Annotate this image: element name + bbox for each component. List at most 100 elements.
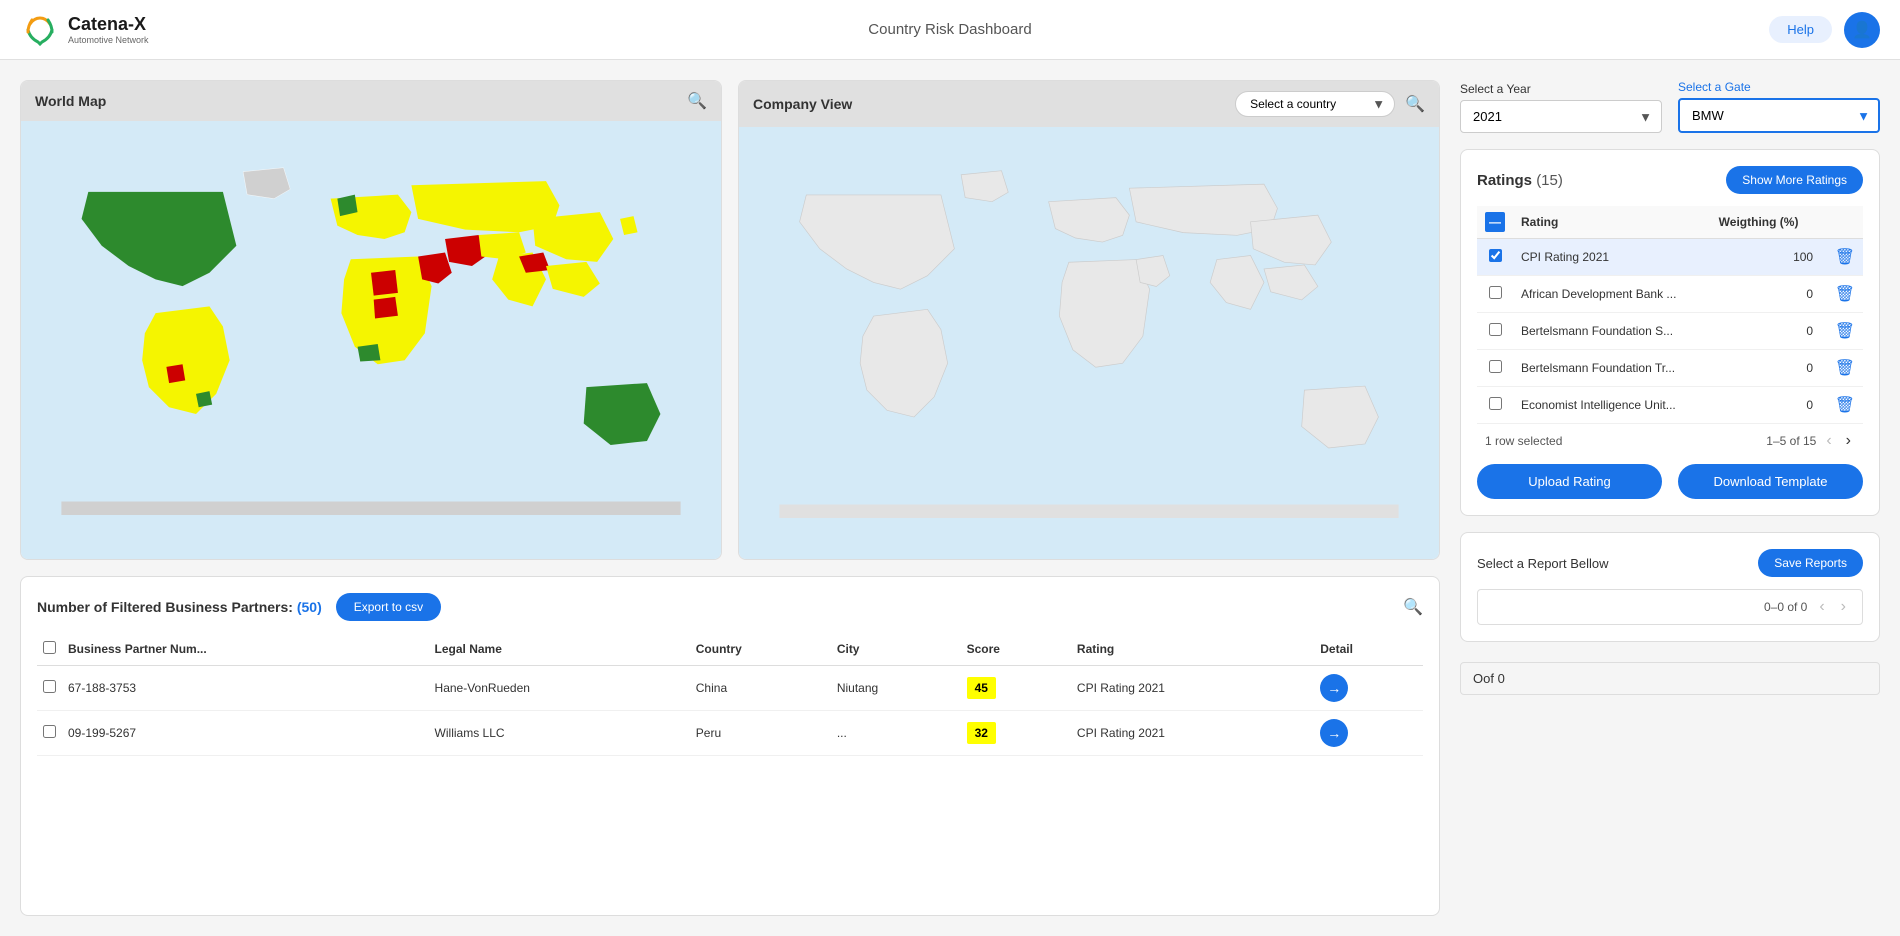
- detail-arrow-button[interactable]: →: [1320, 719, 1348, 747]
- gate-selector-label: Select a Gate: [1678, 80, 1880, 94]
- ratings-delete-icon[interactable]: 🗑: [1835, 323, 1855, 340]
- avatar-icon: 👤: [1852, 20, 1872, 40]
- country-select-wrapper: Select a country China Germany USA ▼: [1235, 91, 1395, 117]
- company-view-card: Company View Select a country China Germ…: [738, 80, 1440, 560]
- col-detail: Detail: [1314, 633, 1423, 666]
- world-map-title: World Map: [35, 93, 106, 109]
- ratings-row-selected-label: 1 row selected: [1485, 434, 1562, 448]
- ratings-delete-icon[interactable]: 🗑: [1835, 249, 1855, 266]
- ratings-row-checkbox[interactable]: [1489, 360, 1502, 373]
- ratings-delete-cell: 🗑: [1821, 387, 1863, 424]
- ratings-next-button[interactable]: ›: [1842, 432, 1855, 450]
- filtered-count: (50): [297, 599, 322, 615]
- table-select-all-checkbox[interactable]: [43, 641, 56, 654]
- col-bp-num: Business Partner Num...: [62, 633, 429, 666]
- world-map-body: [21, 121, 721, 559]
- cell-country: Peru: [690, 711, 831, 756]
- ratings-cb-cell: [1477, 276, 1513, 313]
- ratings-row: African Development Bank ... 0 🗑: [1477, 276, 1863, 313]
- ratings-row: Economist Intelligence Unit... 0 🗑: [1477, 387, 1863, 424]
- world-map-header: World Map 🔍: [21, 81, 721, 121]
- oof-label: Oof 0: [1473, 671, 1505, 686]
- ratings-row-checkbox[interactable]: [1489, 249, 1502, 262]
- cell-detail: →: [1314, 666, 1423, 711]
- antarctica: [61, 502, 680, 515]
- ratings-count: (15): [1536, 172, 1563, 189]
- world-map-zoom-icon[interactable]: 🔍: [687, 91, 707, 111]
- cell-city: Niutang: [831, 666, 961, 711]
- cell-bp-num: 09-199-5267: [62, 711, 429, 756]
- report-prev-button[interactable]: ‹: [1815, 598, 1828, 616]
- report-pagination-label: 0–0 of 0: [1764, 600, 1807, 614]
- cell-score: 45: [961, 666, 1071, 711]
- report-pagination-row: 0–0 of 0 ‹ ›: [1477, 589, 1863, 625]
- africa-red2: [374, 297, 398, 319]
- help-button[interactable]: Help: [1769, 16, 1832, 43]
- table-row: 67-188-3753 Hane-VonRueden China Niutang…: [37, 666, 1423, 711]
- header-right: Help 👤: [1769, 12, 1880, 48]
- ratings-pagination-label: 1–5 of 15: [1766, 434, 1816, 448]
- ratings-delete-icon[interactable]: 🗑: [1835, 397, 1855, 414]
- gate-select[interactable]: BMW Gate 2 Gate 3: [1678, 98, 1880, 133]
- page-title: Country Risk Dashboard: [868, 21, 1031, 38]
- row-checkbox[interactable]: [43, 680, 56, 693]
- ratings-row: Bertelsmann Foundation Tr... 0 🗑: [1477, 350, 1863, 387]
- cell-rating: CPI Rating 2021: [1071, 711, 1314, 756]
- company-view-svg: [739, 127, 1439, 559]
- company-view-zoom-icon[interactable]: 🔍: [1405, 94, 1425, 114]
- report-label: Select a Report Bellow: [1477, 556, 1609, 571]
- download-template-button[interactable]: Download Template: [1678, 464, 1863, 499]
- cell-score: 32: [961, 711, 1071, 756]
- ratings-cb-cell: [1477, 239, 1513, 276]
- business-partners-table: Business Partner Num... Legal Name Count…: [37, 633, 1423, 756]
- table-search-icon[interactable]: 🔍: [1403, 597, 1423, 617]
- report-next-button[interactable]: ›: [1837, 598, 1850, 616]
- south-america-red: [166, 364, 185, 383]
- ratings-cb-cell: [1477, 387, 1513, 424]
- company-view-title: Company View: [753, 96, 852, 112]
- year-selector-label: Select a Year: [1460, 82, 1662, 96]
- col-city: City: [831, 633, 961, 666]
- ratings-table: — Rating Weigthing (%) CPI Rating 2021: [1477, 206, 1863, 424]
- col-legal-name: Legal Name: [429, 633, 690, 666]
- main-content: World Map 🔍: [0, 60, 1900, 936]
- country-select[interactable]: Select a country China Germany USA: [1235, 91, 1395, 117]
- export-csv-button[interactable]: Export to csv: [336, 593, 441, 621]
- ratings-card: Ratings (15) Show More Ratings — Rating …: [1460, 149, 1880, 516]
- ratings-th-rating: Rating: [1513, 206, 1711, 239]
- cell-rating: CPI Rating 2021: [1071, 666, 1314, 711]
- filtered-title: Number of Filtered Business Partners: (5…: [37, 599, 322, 615]
- ratings-row-checkbox[interactable]: [1489, 397, 1502, 410]
- logo-area: Catena-X Automotive Network: [20, 10, 149, 50]
- year-select[interactable]: 2021 2020 2019 2022 2023: [1460, 100, 1662, 133]
- logo-text: Catena-X Automotive Network: [68, 14, 149, 45]
- report-card: Select a Report Bellow Save Reports 0–0 …: [1460, 532, 1880, 642]
- ratings-prev-button[interactable]: ‹: [1822, 432, 1835, 450]
- cell-legal-name: Williams LLC: [429, 711, 690, 756]
- ratings-pagination: 1–5 of 15 ‹ ›: [1766, 432, 1855, 450]
- col-rating: Rating: [1071, 633, 1314, 666]
- avatar[interactable]: 👤: [1844, 12, 1880, 48]
- ratings-delete-cell: 🗑: [1821, 239, 1863, 276]
- ratings-delete-cell: 🗑: [1821, 276, 1863, 313]
- ratings-weight-cell: 0: [1711, 313, 1821, 350]
- table-header-row: Business Partner Num... Legal Name Count…: [37, 633, 1423, 666]
- ratings-delete-cell: 🗑: [1821, 350, 1863, 387]
- save-reports-button[interactable]: Save Reports: [1758, 549, 1863, 577]
- company-view-header: Company View Select a country China Germ…: [739, 81, 1439, 127]
- ratings-delete-icon[interactable]: 🗑: [1835, 286, 1855, 303]
- year-select-wrapper: 2021 2020 2019 2022 2023 ▼: [1460, 100, 1662, 133]
- detail-arrow-button[interactable]: →: [1320, 674, 1348, 702]
- show-more-ratings-button[interactable]: Show More Ratings: [1726, 166, 1863, 194]
- upload-rating-button[interactable]: Upload Rating: [1477, 464, 1662, 499]
- cell-detail: →: [1314, 711, 1423, 756]
- row-checkbox[interactable]: [43, 725, 56, 738]
- ratings-row-checkbox[interactable]: [1489, 286, 1502, 299]
- col-country: Country: [690, 633, 831, 666]
- cell-bp-num: 67-188-3753: [62, 666, 429, 711]
- ratings-th-checkbox: —: [1477, 206, 1513, 239]
- right-panel: Select a Year 2021 2020 2019 2022 2023 ▼…: [1460, 80, 1880, 916]
- africa-red1: [371, 270, 398, 296]
- ratings-delete-icon[interactable]: 🗑: [1835, 360, 1855, 377]
- ratings-row-checkbox[interactable]: [1489, 323, 1502, 336]
